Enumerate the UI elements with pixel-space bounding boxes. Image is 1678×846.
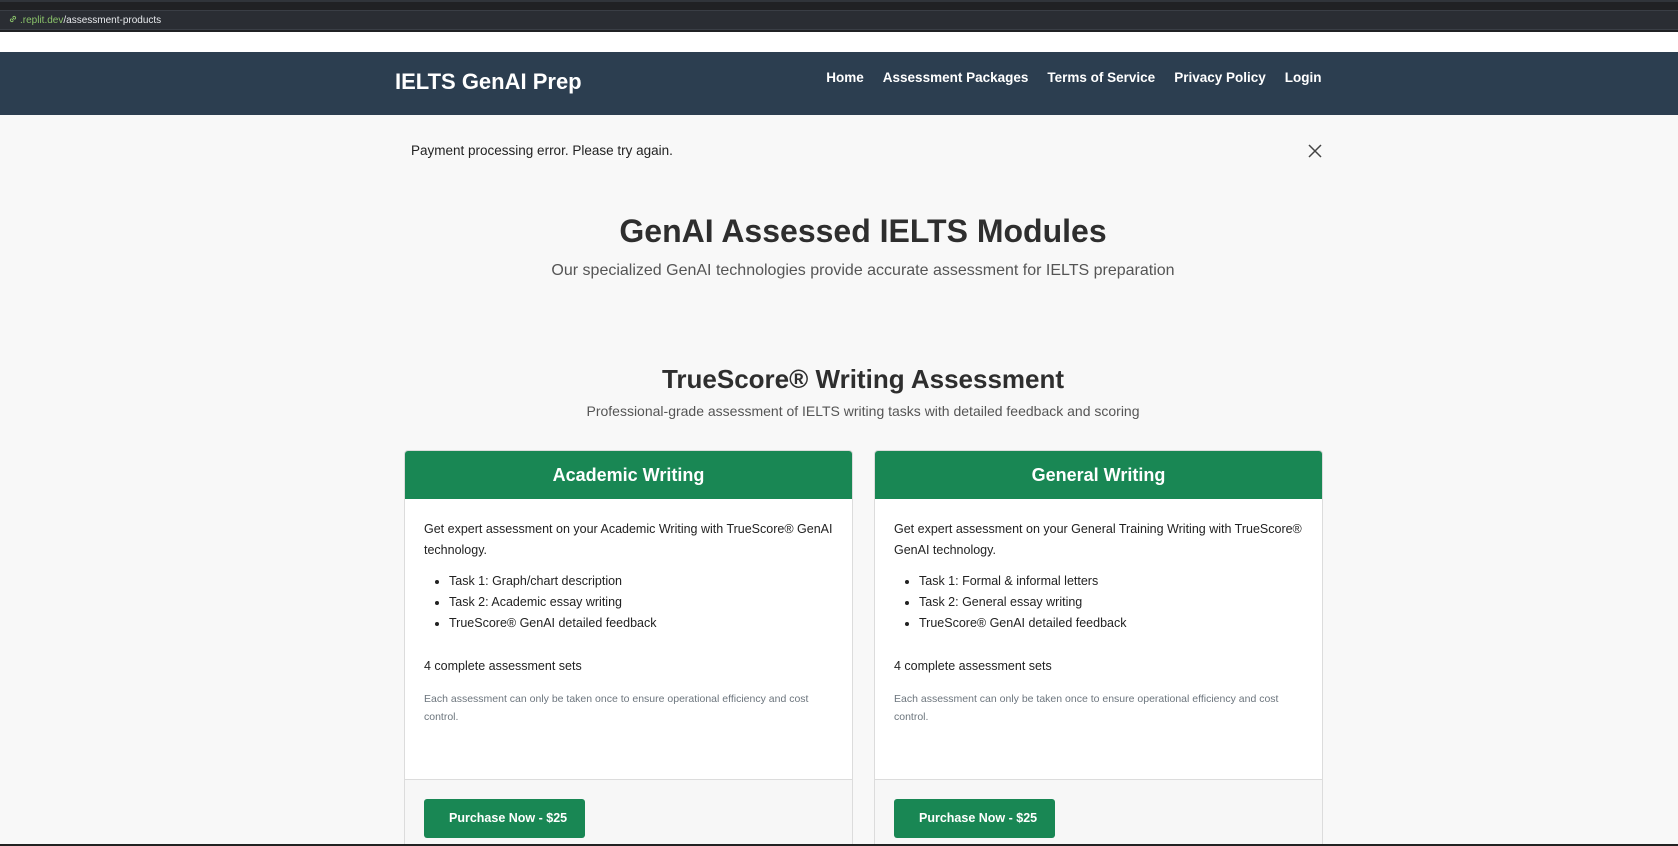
page-top-strip <box>0 32 1678 52</box>
section-title: TrueScore® Writing Assessment <box>661 364 1065 394</box>
feature-item: Task 1: Graph/chart description <box>449 571 833 592</box>
card-footer: Purchase Now - $25 <box>405 779 852 846</box>
card-note: Each assessment can only be taken once t… <box>424 693 809 723</box>
feature-item: Task 2: Academic essay writing <box>449 592 833 613</box>
feature-list: Task 1: Formal & informal letters Task 2… <box>894 571 1303 634</box>
card-note: Each assessment can only be taken once t… <box>894 693 1279 723</box>
nav-terms-of-service[interactable]: Terms of Service <box>1038 70 1165 85</box>
alert-message: Payment processing error. Please try aga… <box>411 143 673 158</box>
nav-privacy-policy[interactable]: Privacy Policy <box>1165 70 1276 85</box>
feature-item: Task 1: Formal & informal letters <box>919 571 1303 592</box>
nav-login[interactable]: Login <box>1275 70 1331 85</box>
card-footer: Purchase Now - $25 <box>875 779 1322 846</box>
assessment-sets: 4 complete assessment sets <box>424 659 582 673</box>
browser-url-bar: .replit.dev/assessment-products <box>0 0 1678 32</box>
brand-logo[interactable]: IELTS GenAI Prep <box>395 69 582 95</box>
error-alert: Payment processing error. Please try aga… <box>395 137 1325 167</box>
nav-links: Home Assessment Packages Terms of Servic… <box>817 70 1331 85</box>
close-icon[interactable] <box>1305 141 1325 161</box>
card-title: General Writing <box>875 451 1322 499</box>
feature-item: Task 2: General essay writing <box>919 592 1303 613</box>
card-description: Get expert assessment on your Academic W… <box>424 522 833 557</box>
card-body: Get expert assessment on your General Tr… <box>875 499 1322 781</box>
general-writing-card: General Writing Get expert assessment on… <box>874 450 1323 846</box>
purchase-general-button[interactable]: Purchase Now - $25 <box>894 799 1056 838</box>
card-title: Academic Writing <box>405 451 852 499</box>
page-title: GenAI Assessed IELTS Modules <box>619 213 1107 249</box>
academic-writing-card: Academic Writing Get expert assessment o… <box>404 450 853 846</box>
card-description: Get expert assessment on your General Tr… <box>894 522 1302 557</box>
nav-home[interactable]: Home <box>817 70 874 85</box>
feature-list: Task 1: Graph/chart description Task 2: … <box>424 571 833 634</box>
navbar: IELTS GenAI Prep Home Assessment Package… <box>0 52 1678 115</box>
nav-assessment-packages[interactable]: Assessment Packages <box>873 70 1038 85</box>
address-field[interactable]: .replit.dev/assessment-products <box>0 10 1678 30</box>
url-path: /assessment-products <box>63 15 162 26</box>
link-icon <box>9 15 17 23</box>
feature-item: TrueScore® GenAI detailed feedback <box>449 613 833 634</box>
card-body: Get expert assessment on your Academic W… <box>405 499 852 781</box>
page-subtitle: Our specialized GenAI technologies provi… <box>551 262 1175 279</box>
section-subtitle: Professional-grade assessment of IELTS w… <box>586 403 1140 419</box>
feature-item: TrueScore® GenAI detailed feedback <box>919 613 1303 634</box>
url-domain: .replit.dev <box>20 15 64 26</box>
purchase-academic-button[interactable]: Purchase Now - $25 <box>424 799 586 838</box>
url-text[interactable]: .replit.dev/assessment-products <box>8 14 161 26</box>
assessment-sets: 4 complete assessment sets <box>894 659 1052 673</box>
